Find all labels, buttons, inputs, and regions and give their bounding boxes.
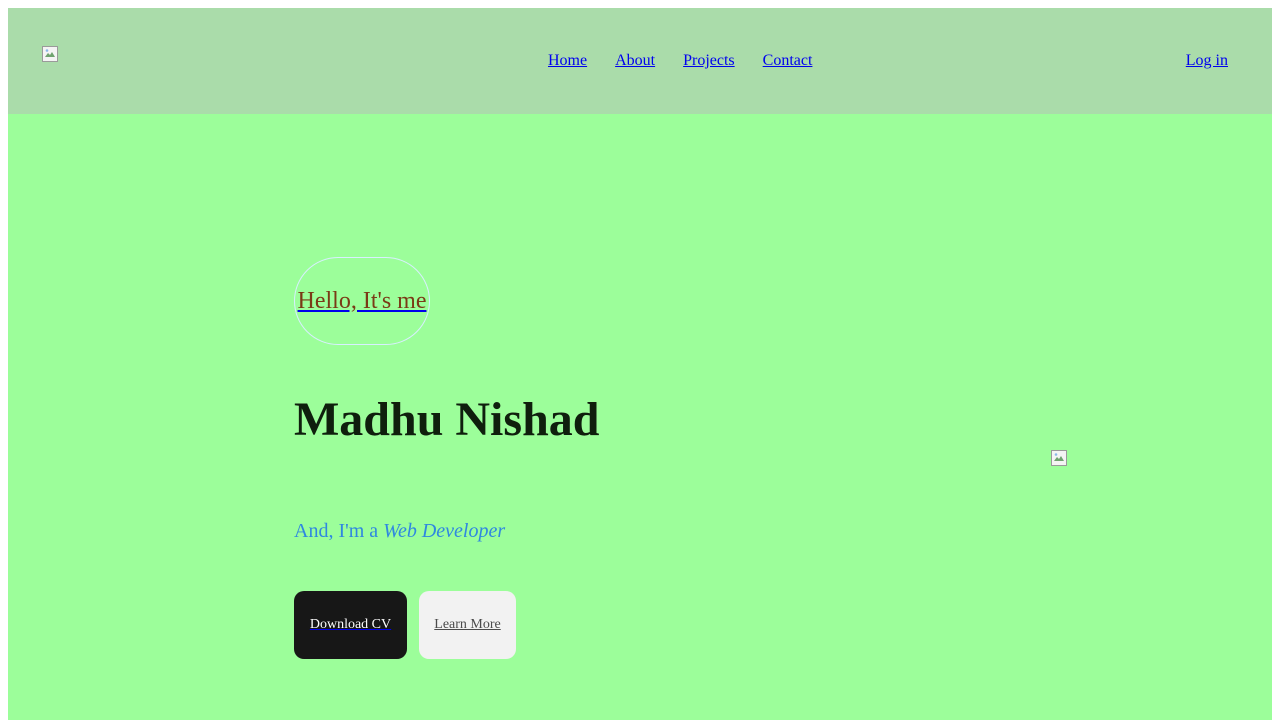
download-cv-button[interactable]: Download CV bbox=[294, 591, 407, 659]
login-area: Log in bbox=[1186, 52, 1228, 70]
nav-about-link[interactable]: About bbox=[615, 52, 655, 70]
nav-home-link[interactable]: Home bbox=[548, 52, 587, 70]
login-link[interactable]: Log in bbox=[1186, 52, 1228, 69]
logo-link[interactable] bbox=[42, 46, 58, 62]
role-highlight: Web Developer bbox=[383, 520, 506, 542]
broken-image-icon bbox=[1051, 450, 1067, 466]
broken-image-icon bbox=[42, 46, 58, 62]
top-navbar: Home About Projects Contact Log in bbox=[8, 8, 1272, 114]
hero-name: Madhu Nishad bbox=[294, 393, 600, 446]
main-navigation: Home About Projects Contact bbox=[548, 52, 812, 70]
nav-contact-link[interactable]: Contact bbox=[763, 52, 813, 70]
page: Home About Projects Contact Log in Hello… bbox=[8, 8, 1272, 720]
learn-more-button[interactable]: Learn More bbox=[419, 591, 516, 659]
greeting-pill: Hello, It's me bbox=[294, 257, 430, 345]
hero-image bbox=[1051, 450, 1067, 466]
role-prefix: And, I'm a bbox=[294, 520, 384, 542]
nav-projects-link[interactable]: Projects bbox=[683, 52, 735, 70]
hero-role: And, I'm a Web Developer bbox=[294, 519, 505, 543]
greeting-link[interactable]: Hello, It's me bbox=[298, 288, 427, 315]
